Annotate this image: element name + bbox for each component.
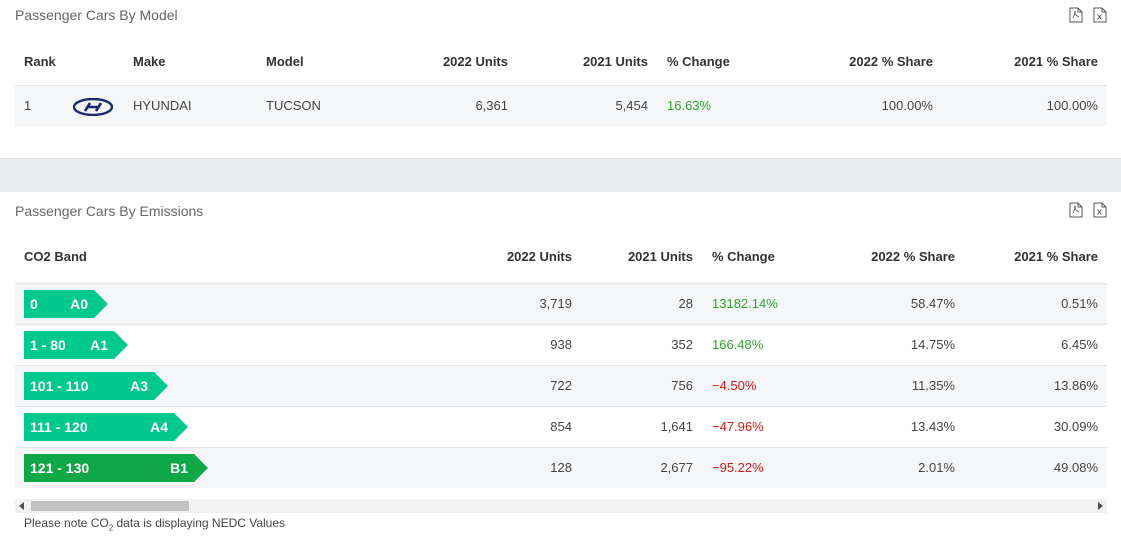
co2-band-badge: 111 - 120 A4: [24, 413, 188, 441]
header-2022-share[interactable]: 2022 % Share: [849, 39, 933, 85]
share-2021-cell: 30.09%: [1053, 419, 1098, 434]
units-2021-cell: 352: [671, 337, 693, 352]
excel-file-icon[interactable]: [1093, 202, 1107, 218]
scroll-left-icon[interactable]: [19, 502, 24, 510]
make-cell: HYUNDAI: [133, 98, 192, 113]
change-cell: 13182.14%: [712, 296, 778, 311]
share-2021-cell: 13.86%: [1053, 378, 1098, 393]
units-2022-cell: 938: [550, 337, 572, 352]
units-2021-cell: 28: [678, 296, 693, 311]
scroll-thumb[interactable]: [31, 501, 189, 511]
rank-cell: 1: [24, 98, 32, 113]
scroll-right-icon[interactable]: [1098, 502, 1103, 510]
units-2021-cell: 756: [671, 378, 693, 393]
table-row: 121 - 130 B1 128 2,677 −95.22% 2.01% 49.08%: [15, 447, 1107, 488]
header-change[interactable]: % Change: [712, 234, 775, 280]
model-table-body: 1 HYUNDAI TUCSON 6,361 5,454 16.63% 100.…: [15, 85, 1107, 126]
pdf-file-icon[interactable]: [1069, 7, 1083, 23]
units-2022-cell: 3,719: [539, 296, 572, 311]
horizontal-scrollbar[interactable]: [15, 499, 1107, 513]
table-row: 1 HYUNDAI TUCSON 6,361 5,454 16.63% 100.…: [15, 85, 1107, 126]
units-2022-cell: 128: [550, 460, 572, 475]
band-range: 111 - 120: [30, 419, 88, 435]
band-code: A3: [130, 378, 148, 394]
band-code: A4: [150, 419, 168, 435]
panel-divider: [0, 158, 1121, 192]
model-panel-title: Passenger Cars By Model: [15, 7, 178, 23]
band-range: 101 - 110: [30, 378, 89, 394]
share-2022-cell: 14.75%: [910, 337, 955, 352]
table-row: 101 - 110 A3 722 756 −4.50% 11.35% 13.86%: [15, 365, 1107, 406]
band-range: 1 - 80: [30, 337, 66, 353]
hyundai-logo-icon: [72, 97, 114, 117]
table-row: 0 A0 3,719 28 13182.14% 58.47% 0.51%: [15, 283, 1107, 324]
model-panel: Passenger Cars By Model Rank Make Model …: [0, 0, 1121, 158]
band-range: 0: [30, 296, 38, 312]
units-2021-cell: 1,641: [660, 419, 693, 434]
co2-band-badge: 0 A0: [24, 290, 108, 318]
change-cell: −95.22%: [712, 460, 764, 475]
table-row: 111 - 120 A4 854 1,641 −47.96% 13.43% 30.09%: [15, 406, 1107, 447]
model-table-header: Rank Make Model 2022 Units 2021 Units % …: [15, 39, 1107, 85]
header-2022-share[interactable]: 2022 % Share: [871, 234, 955, 280]
share-2022-cell: 100.00%: [881, 98, 933, 113]
co2-band-badge: 121 - 130 B1: [24, 454, 208, 482]
change-cell: 166.48%: [712, 337, 764, 352]
emissions-table-header: CO2 Band 2022 Units 2021 Units % Change …: [15, 234, 1107, 283]
header-rank[interactable]: Rank: [24, 39, 56, 85]
share-2022-cell: 11.35%: [911, 378, 955, 393]
band-code: B1: [170, 460, 188, 476]
emissions-table-body: 0 A0 3,719 28 13182.14% 58.47% 0.51% 1 - 80 A1 93…: [15, 283, 1107, 488]
change-cell: −47.96%: [712, 419, 764, 434]
header-2021-share[interactable]: 2021 % Share: [1014, 234, 1098, 280]
header-2021-units[interactable]: 2021 Units: [583, 39, 648, 85]
change-cell: −4.50%: [712, 378, 757, 393]
header-2022-units[interactable]: 2022 Units: [443, 39, 508, 85]
co2-band-badge: 1 - 80 A1: [24, 331, 128, 359]
header-co2-band[interactable]: CO2 Band: [24, 234, 87, 280]
band-code: A0: [70, 296, 88, 312]
share-2021-cell: 0.51%: [1061, 296, 1098, 311]
emissions-panel-title: Passenger Cars By Emissions: [15, 203, 204, 219]
share-2022-cell: 58.47%: [910, 296, 955, 311]
share-2022-cell: 13.43%: [910, 419, 955, 434]
nedc-note: Please note CO2 data is displaying NEDC …: [24, 516, 286, 533]
emissions-export-icons: [1069, 202, 1107, 218]
band-range: 121 - 130: [30, 460, 90, 476]
emissions-table: CO2 Band 2022 Units 2021 Units % Change …: [15, 234, 1107, 488]
model-table: Rank Make Model 2022 Units 2021 Units % …: [15, 39, 1107, 126]
pdf-file-icon[interactable]: [1069, 202, 1083, 218]
units-2021-cell: 5,454: [615, 98, 648, 113]
units-2021-cell: 2,677: [660, 460, 693, 475]
model-cell: TUCSON: [266, 98, 321, 113]
share-2021-cell: 6.45%: [1061, 337, 1098, 352]
header-2021-share[interactable]: 2021 % Share: [1014, 39, 1098, 85]
change-cell: 16.63%: [667, 98, 712, 113]
header-2022-units[interactable]: 2022 Units: [507, 234, 572, 280]
table-row: 1 - 80 A1 938 352 166.48% 14.75% 6.45%: [15, 324, 1107, 365]
share-2021-cell: 49.08%: [1053, 460, 1098, 475]
units-2022-cell: 854: [550, 419, 572, 434]
share-2022-cell: 2.01%: [918, 460, 955, 475]
units-2022-cell: 722: [550, 378, 572, 393]
header-model[interactable]: Model: [266, 39, 304, 85]
header-2021-units[interactable]: 2021 Units: [628, 234, 693, 280]
emissions-panel: Passenger Cars By Emissions CO2 Band 202…: [0, 192, 1121, 541]
model-export-icons: [1069, 7, 1107, 23]
co2-band-badge: 101 - 110 A3: [24, 372, 168, 400]
share-2021-cell: 100.00%: [1046, 98, 1098, 113]
band-code: A1: [90, 337, 108, 353]
excel-file-icon[interactable]: [1093, 7, 1107, 23]
units-2022-cell: 6,361: [475, 98, 508, 113]
header-change[interactable]: % Change: [667, 39, 730, 85]
header-make[interactable]: Make: [133, 39, 166, 85]
